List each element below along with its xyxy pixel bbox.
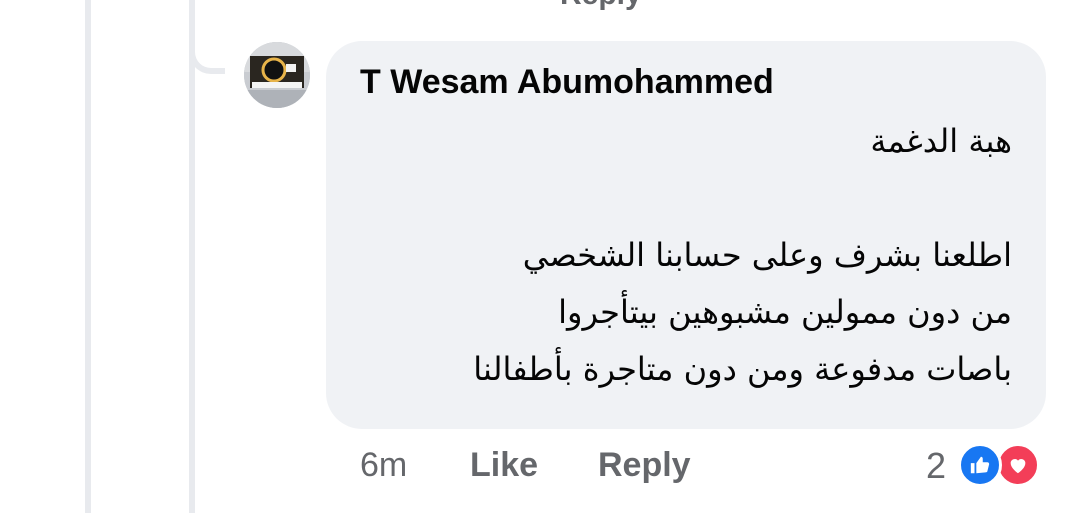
avatar[interactable] bbox=[244, 42, 310, 108]
reply-button[interactable]: Reply bbox=[598, 446, 691, 485]
author-name[interactable]: T Wesam Abumohammed bbox=[360, 63, 774, 102]
reply-thread-line bbox=[189, 0, 195, 513]
comment-line: باصات مدفوعة ومن دون متاجرة بأطفالنا bbox=[473, 350, 1012, 388]
comment-thread: Reply T Wesam Abumohammed هبة الدغمة اطل… bbox=[0, 0, 1080, 513]
comment-timestamp[interactable]: 6m bbox=[360, 446, 407, 485]
love-icon bbox=[996, 443, 1040, 487]
comment-line: اطلعنا بشرف وعلى حسابنا الشخصي bbox=[522, 236, 1012, 274]
previous-reply-link[interactable]: Reply bbox=[560, 0, 642, 12]
thread-line bbox=[85, 0, 91, 513]
reactions-summary[interactable]: 2 bbox=[922, 441, 1052, 491]
comment-line-blank bbox=[372, 170, 1012, 227]
profile-photo-icon bbox=[244, 42, 310, 108]
comment-line: من دون ممولين مشبوهين بيتأجروا bbox=[558, 293, 1012, 331]
comment-line: هبة الدغمة bbox=[870, 122, 1012, 160]
reaction-count: 2 bbox=[926, 445, 947, 486]
thread-connector bbox=[189, 0, 225, 74]
like-icon bbox=[958, 443, 1002, 487]
like-button[interactable]: Like bbox=[470, 446, 538, 485]
comment-body: هبة الدغمة اطلعنا بشرف وعلى حسابنا الشخص… bbox=[372, 113, 1012, 398]
comment-bubble: T Wesam Abumohammed هبة الدغمة اطلعنا بش… bbox=[326, 41, 1046, 429]
